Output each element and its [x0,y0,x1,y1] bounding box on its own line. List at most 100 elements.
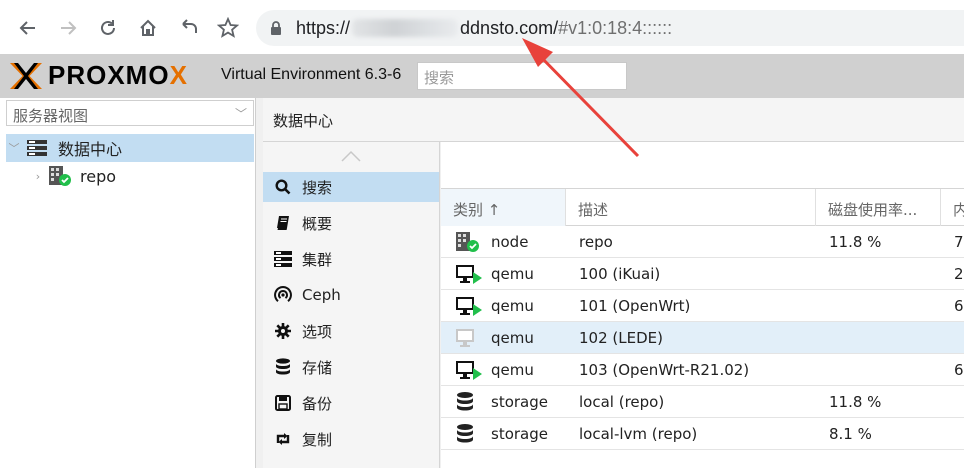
book-icon [277,216,289,230]
reload-button[interactable] [94,14,122,42]
nav-label: Ceph [302,286,341,304]
cell-memory [954,322,964,353]
retweet-icon [276,433,290,445]
gear-icon [275,323,291,339]
cell-type: storage [491,425,548,443]
cell-type: qemu [491,265,534,283]
column-header-memory[interactable]: 内 [941,189,964,226]
url-text: https:// ddnsto.com/#v1:0:18:4:::::: [296,18,672,39]
storage-icon [457,392,473,411]
cell-description: local-lvm (repo) [579,425,698,443]
redacted-domain [352,19,459,37]
search-icon [275,179,291,195]
address-bar[interactable]: https:// ddnsto.com/#v1:0:18:4:::::: [256,10,964,46]
cell-description: 100 (iKuai) [579,265,661,283]
nav-item-backup[interactable]: 备份 [263,388,439,418]
lock-icon [271,21,281,35]
nav-item-ceph[interactable]: Ceph [263,280,439,310]
node-online-icon [49,166,71,186]
cell-memory [954,386,964,417]
nav-label: 集群 [302,250,333,269]
cell-memory: 74 [954,233,964,251]
url-hash: #v1:0:18:4:::::: [558,18,673,38]
vm-running-icon [456,265,482,284]
global-search-input[interactable]: 搜索 [417,62,627,90]
logo-wordmark: PROXMOX [48,60,188,90]
home-icon [140,19,156,36]
table-row[interactable]: qemu 101 (OpenWrt) 6 [441,290,964,322]
cell-type: node [491,233,529,251]
nav-label: 选项 [302,322,333,341]
ceph-icon [274,286,292,302]
nav-label: 复制 [302,430,333,449]
table-row[interactable]: qemu 100 (iKuai) 2 [441,258,964,290]
storage-icon [457,424,473,443]
url-scheme: https:// [296,18,351,38]
vm-running-icon [456,297,482,316]
column-header-type[interactable]: 类别 ↑ [441,189,566,226]
cell-disk-usage: 8.1 % [829,425,872,443]
proxmox-logo[interactable]: PROXMOX [8,60,188,91]
view-selector-value: 服务器视图 [13,107,89,125]
arrow-right-icon [61,21,77,35]
home-button[interactable] [134,14,162,42]
cell-disk-usage: 11.8 % [829,393,882,411]
floppy-icon [275,395,291,411]
nav-item-search[interactable]: 搜索 [263,172,439,202]
reload-icon [101,20,115,35]
nav-item-summary[interactable]: 概要 [263,208,439,238]
scroll-up-icon[interactable] [341,150,361,162]
cell-type: storage [491,393,548,411]
cell-memory: 6 [954,297,964,315]
collapse-icon[interactable]: ﹀ [6,140,22,156]
cell-type: qemu [491,297,534,315]
pve-header: PROXMOX Virtual Environment 6.3-6 搜索 [0,54,964,98]
column-header-description[interactable]: 描述 [566,189,816,226]
resource-tree-panel: 服务器视图 ﹀ ﹀ 数据中心 › repo [0,98,256,468]
cell-description: local (repo) [579,393,665,411]
cell-disk-usage [829,290,941,321]
undo-icon [182,19,197,33]
forward-button[interactable] [54,14,82,42]
cell-disk-usage [829,322,941,353]
server-icon [274,251,292,267]
search-results-grid: 类别 ↑ 描述 磁盘使用率... 内 node repo 11.8 % 74 qemu 1… [441,142,964,468]
tree-label-datacenter: 数据中心 [58,140,123,159]
bookmark-button[interactable] [214,14,242,42]
cell-description: 103 (OpenWrt-R21.02) [579,361,750,379]
datacenter-icon [27,140,47,156]
cell-description: 101 (OpenWrt) [579,297,691,315]
nav-item-replication[interactable]: 复制 [263,424,439,454]
content-title: 数据中心 [263,98,964,142]
table-row[interactable]: qemu 103 (OpenWrt-R21.02) 6 [441,354,964,386]
cell-description: repo [579,233,613,251]
cell-description: 102 (LEDE) [579,329,663,347]
nav-label: 备份 [302,394,333,413]
nav-label: 概要 [302,214,333,233]
column-header-disk-usage[interactable]: 磁盘使用率... [816,189,941,226]
chevron-right-icon[interactable]: › [30,170,46,183]
nav-label: 存储 [302,358,333,377]
table-row[interactable]: storage local-lvm (repo) 8.1 % [441,418,964,450]
nav-item-options[interactable]: 选项 [263,316,439,346]
tree-item-datacenter[interactable]: ﹀ 数据中心 [6,134,254,162]
cell-memory: 6 [954,361,964,379]
url-domain: ddnsto.com/ [460,18,559,38]
undo-button[interactable] [174,14,202,42]
arrow-left-icon [19,21,35,35]
table-row[interactable]: storage local (repo) 11.8 % [441,386,964,418]
nav-item-storage[interactable]: 存储 [263,352,439,382]
cell-memory: 2 [954,265,964,283]
cell-disk-usage [829,354,941,385]
table-row[interactable]: node repo 11.8 % 74 [441,226,964,258]
view-selector[interactable]: 服务器视图 ﹀ [6,100,254,126]
table-row[interactable]: qemu 102 (LEDE) [441,322,964,354]
cell-memory [954,418,964,449]
tree-item-node[interactable]: › repo [30,162,254,190]
tree-label-node: repo [80,166,117,186]
grid-header: 类别 ↑ 描述 磁盘使用率... 内 [441,188,964,226]
browser-toolbar: https:// ddnsto.com/#v1:0:18:4:::::: [0,0,964,54]
back-button[interactable] [14,14,42,42]
vm-stopped-icon [456,329,474,347]
nav-item-cluster[interactable]: 集群 [263,244,439,274]
